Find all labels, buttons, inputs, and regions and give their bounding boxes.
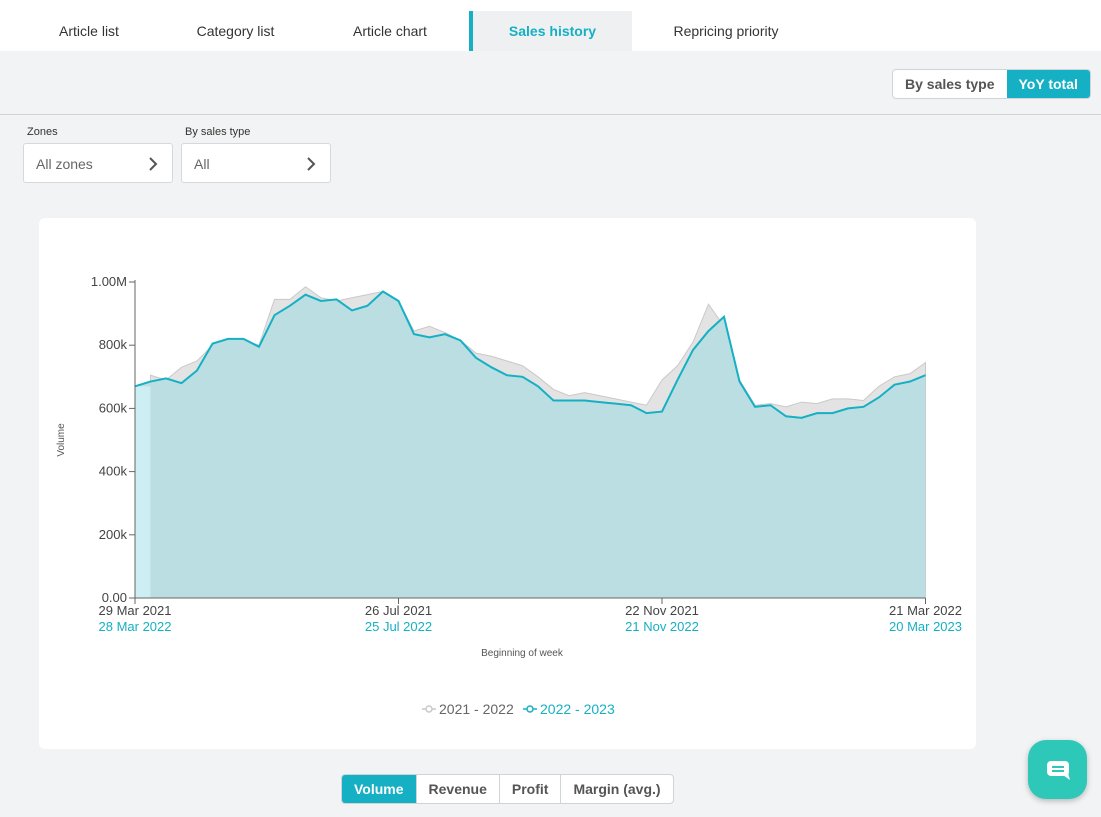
chevron-right-icon	[307, 157, 316, 171]
y-tick-label: 800k	[99, 337, 128, 352]
legend-label-2022-2023: 2022 - 2023	[540, 701, 615, 717]
chat-button[interactable]	[1028, 740, 1087, 799]
sales-type-select[interactable]: All	[181, 143, 331, 183]
metric-revenue-button[interactable]: Revenue	[415, 775, 499, 803]
sales-type-value: All	[194, 156, 210, 172]
x-tick-label-curr: 21 Nov 2022	[625, 619, 699, 634]
by-sales-type-button[interactable]: By sales type	[893, 70, 1007, 98]
legend-marker-2022-2023	[526, 705, 534, 713]
tab-article-list[interactable]: Article list	[29, 11, 149, 51]
y-tick-label: 600k	[99, 400, 128, 415]
metric-toggle: Volume Revenue Profit Margin (avg.)	[341, 774, 674, 804]
zones-value: All zones	[36, 156, 93, 172]
x-tick-label-curr: 20 Mar 2023	[889, 619, 962, 634]
sales-type-label: By sales type	[185, 126, 251, 138]
chat-icon	[1047, 761, 1070, 780]
zones-select[interactable]: All zones	[23, 143, 173, 183]
zones-label: Zones	[27, 126, 58, 138]
chart-card: 0.00 200k 400k 600k 800k 1.00M Volume 29 Mar 20…	[39, 218, 976, 749]
legend-marker-2021-2022	[425, 705, 433, 713]
tab-sales-history[interactable]: Sales history	[469, 11, 632, 51]
x-tick-label-curr: 28 Mar 2022	[99, 619, 172, 634]
metric-volume-button[interactable]: Volume	[342, 775, 416, 803]
metric-profit-button[interactable]: Profit	[498, 775, 561, 803]
tab-category-list[interactable]: Category list	[175, 11, 296, 51]
tab-article-chart[interactable]: Article chart	[330, 11, 450, 51]
y-tick-label: 200k	[99, 527, 128, 542]
toolbar-divider	[0, 114, 1101, 115]
metric-margin-button[interactable]: Margin (avg.)	[560, 775, 672, 803]
chevron-right-icon	[149, 157, 158, 171]
x-axis-label: Beginning of week	[481, 648, 564, 659]
sales-history-chart: 0.00200k400k600k800k1.00MVolume29 Mar 20…	[56, 274, 962, 717]
y-tick-label: 400k	[99, 464, 128, 479]
x-tick-label-prev: 21 Mar 2022	[889, 603, 962, 618]
y-axis-label: Volume	[56, 423, 67, 457]
x-tick-label-prev: 22 Nov 2021	[625, 603, 699, 618]
x-tick-label-prev: 26 Jul 2021	[365, 603, 432, 618]
view-toggle: By sales type YoY total	[892, 69, 1091, 99]
x-tick-label-prev: 29 Mar 2021	[99, 603, 172, 618]
legend-label-2021-2022: 2021 - 2022	[439, 701, 514, 717]
x-tick-label-curr: 25 Jul 2022	[365, 619, 432, 634]
y-tick-label: 1.00M	[91, 274, 127, 289]
yoy-total-button[interactable]: YoY total	[1006, 70, 1090, 98]
tab-repricing-priority[interactable]: Repricing priority	[654, 11, 798, 51]
series-area-2022-2023	[135, 291, 926, 598]
first-week-highlight	[135, 386, 151, 598]
tab-bar: Article list Category list Article chart…	[0, 0, 1101, 51]
